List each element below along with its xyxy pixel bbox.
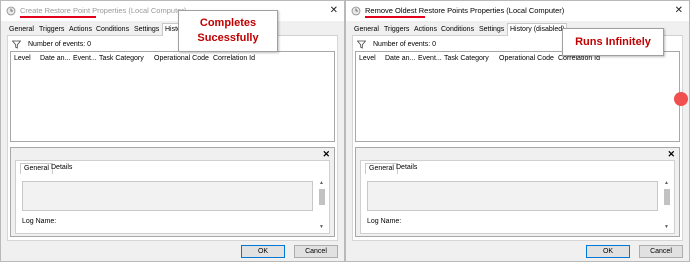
column-correlation-id[interactable]: Correlation Id: [213, 55, 255, 62]
column-event[interactable]: Event...: [418, 55, 442, 62]
column-operational-code[interactable]: Operational Code: [499, 55, 554, 62]
left-properties-dialog: Create Restore Point Properties (Local C…: [0, 0, 345, 262]
events-grid[interactable]: Level Date an... Event... Task Category …: [355, 51, 680, 142]
events-count: Number of events: 0: [373, 41, 437, 48]
scroll-up-icon[interactable]: ▲: [319, 180, 324, 186]
log-name-label: Log Name:: [367, 218, 402, 225]
detail-tab-details[interactable]: Details: [48, 163, 75, 174]
tab-general[interactable]: General: [352, 24, 381, 36]
event-description-box: [22, 181, 313, 211]
tab-triggers[interactable]: Triggers: [37, 24, 66, 36]
close-icon[interactable]: ✕: [330, 5, 338, 16]
column-operational-code[interactable]: Operational Code: [154, 55, 209, 62]
detail-content: General Details Log Name: ▲ ▼: [360, 160, 675, 234]
history-panel: Number of events: 0 Level Date an... Eve…: [352, 36, 683, 241]
scroll-down-icon[interactable]: ▼: [664, 224, 669, 230]
events-grid[interactable]: Level Date an... Event... Task Category …: [10, 51, 335, 142]
event-description-box: [367, 181, 658, 211]
column-task-category[interactable]: Task Category: [99, 55, 144, 62]
column-date[interactable]: Date an...: [385, 55, 415, 62]
detail-content: General Details Log Name: ▲ ▼: [15, 160, 330, 234]
close-icon[interactable]: ✕: [667, 149, 675, 160]
scroll-thumb[interactable]: [319, 189, 325, 205]
cursor-marker: [674, 92, 688, 106]
annotation-callout-completes: Completes Sucessfully: [178, 10, 278, 52]
tab-actions[interactable]: Actions: [67, 24, 94, 36]
log-name-label: Log Name:: [22, 218, 57, 225]
events-count: Number of events: 0: [28, 41, 92, 48]
filter-icon[interactable]: [357, 40, 366, 49]
tab-settings[interactable]: Settings: [132, 24, 161, 36]
history-panel: Number of events: 0 Level Date an... Eve…: [7, 36, 338, 241]
window-title: Create Restore Point Properties (Local C…: [20, 6, 187, 15]
tab-history-disabled[interactable]: History (disabled): [507, 23, 568, 36]
column-level[interactable]: Level: [359, 55, 376, 62]
column-event[interactable]: Event...: [73, 55, 97, 62]
title-underline: [365, 16, 425, 18]
title-bar: Create Restore Point Properties (Local C…: [1, 1, 344, 21]
tab-conditions[interactable]: Conditions: [94, 24, 131, 36]
scroll-down-icon[interactable]: ▼: [319, 224, 324, 230]
callout-line-1: Runs Infinitely: [575, 36, 651, 48]
vertical-scrollbar[interactable]: ▲ ▼: [663, 180, 671, 230]
close-icon[interactable]: ✕: [675, 5, 683, 16]
callout-line-1: Completes: [199, 17, 257, 29]
filter-icon[interactable]: [12, 40, 21, 49]
tab-triggers[interactable]: Triggers: [382, 24, 411, 36]
event-detail-pane: ✕ General Details Log Name: ▲ ▼: [355, 147, 680, 237]
tab-strip: General Triggers Actions Conditions Sett…: [7, 23, 338, 36]
column-level[interactable]: Level: [14, 55, 31, 62]
task-clock-icon: [6, 6, 16, 16]
task-clock-icon: [351, 6, 361, 16]
tab-general[interactable]: General: [7, 24, 36, 36]
cancel-button[interactable]: Cancel: [639, 245, 683, 258]
detail-tab-details[interactable]: Details: [393, 163, 420, 174]
column-correlation-id[interactable]: Correlation Id: [558, 55, 600, 62]
annotation-callout-runs-infinitely: Runs Infinitely: [562, 28, 664, 56]
close-icon[interactable]: ✕: [322, 149, 330, 160]
scroll-thumb[interactable]: [664, 189, 670, 205]
tab-settings[interactable]: Settings: [477, 24, 506, 36]
column-date[interactable]: Date an...: [40, 55, 70, 62]
title-underline: [20, 16, 96, 18]
callout-line-2: Sucessfully: [197, 32, 259, 44]
scroll-up-icon[interactable]: ▲: [664, 180, 669, 186]
tab-actions[interactable]: Actions: [412, 24, 439, 36]
window-title: Remove Oldest Restore Points Properties …: [365, 6, 565, 15]
title-bar: Remove Oldest Restore Points Properties …: [346, 1, 689, 21]
column-task-category[interactable]: Task Category: [444, 55, 489, 62]
tab-conditions[interactable]: Conditions: [439, 24, 476, 36]
vertical-scrollbar[interactable]: ▲ ▼: [318, 180, 326, 230]
event-detail-pane: ✕ General Details Log Name: ▲ ▼: [10, 147, 335, 237]
ok-button[interactable]: OK: [586, 245, 630, 258]
ok-button[interactable]: OK: [241, 245, 285, 258]
cancel-button[interactable]: Cancel: [294, 245, 338, 258]
